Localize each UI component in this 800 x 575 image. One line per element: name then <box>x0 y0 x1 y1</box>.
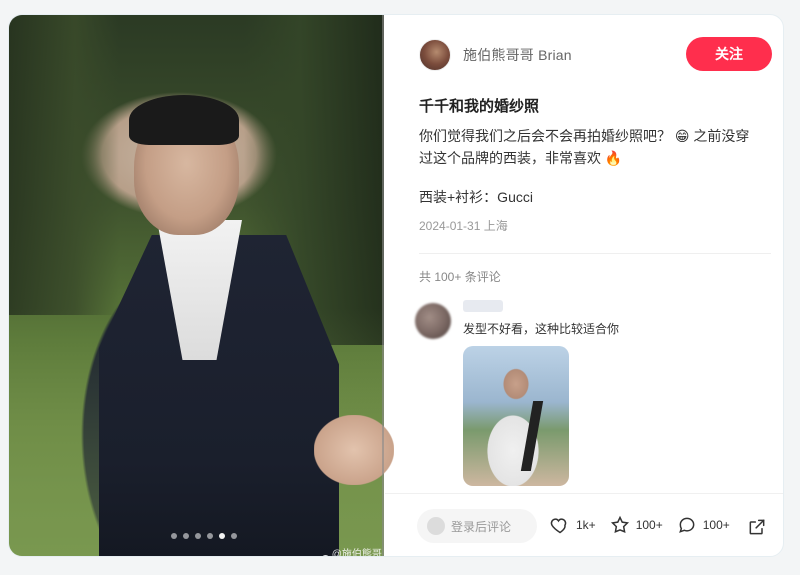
post-detail: 西装+衬衫：Gucci <box>419 189 533 205</box>
comment-icon <box>678 517 695 533</box>
star-icon <box>610 515 629 533</box>
comment-image[interactable] <box>463 346 569 486</box>
weibo-icon <box>321 555 330 556</box>
post-detail-panel: 施伯熊哥哥 Brian 关注 千千和我的婚纱照 你们觉得我们之后会不会再拍婚纱照… <box>385 15 783 556</box>
post-description-line1b: 之前没穿 <box>693 128 750 144</box>
post-card: @施伯熊哥哥 施伯熊哥哥 Brian 关注 千千和我的婚纱照 你们觉得我们之后会… <box>8 14 784 557</box>
fire-emoji-icon: 🔥 <box>604 150 623 166</box>
post-footer: 登录后评论 1k+ 100+ 100+ <box>385 493 783 556</box>
post-description-line2: 过这个品牌的西装，非常喜欢 <box>419 150 601 166</box>
comment-placeholder: 登录后评论 <box>451 519 512 534</box>
star-action[interactable]: 100+ <box>610 515 663 535</box>
media-divider <box>382 15 384 556</box>
carousel-dot-active[interactable] <box>219 533 225 539</box>
post-description-line1: 你们觉得我们之后会不会再拍婚纱照吧？ <box>419 128 671 144</box>
post-description: 你们觉得我们之后会不会再拍婚纱照吧？ 😁 之前没穿 过这个品牌的西装，非常喜欢 … <box>419 125 759 169</box>
grin-emoji-icon: 😁 <box>674 128 690 144</box>
share-icon[interactable] <box>747 517 767 537</box>
author-avatar[interactable] <box>419 39 451 71</box>
comment-input[interactable]: 登录后评论 <box>417 509 537 543</box>
author-name[interactable]: 施伯熊哥哥 Brian <box>463 45 572 65</box>
comment-action[interactable]: 100+ <box>677 515 730 535</box>
comment-count-footer: 100+ <box>702 518 730 532</box>
like-count: 1k+ <box>576 518 596 532</box>
carousel-dot[interactable] <box>183 533 189 539</box>
bag-strap-shape <box>520 401 544 471</box>
watermark: @施伯熊哥哥 <box>321 545 384 557</box>
star-count: 100+ <box>635 518 663 532</box>
comment-text: 发型不好看，这种比较适合你 <box>463 322 620 336</box>
watermark-text: @施伯熊哥哥 <box>331 549 382 557</box>
carousel-dot[interactable] <box>195 533 201 539</box>
hair-shape <box>129 95 239 145</box>
carousel-dot[interactable] <box>231 533 237 539</box>
user-avatar-mini <box>427 517 445 535</box>
comment-count: 共 100+ 条评论 <box>419 270 501 284</box>
post-title: 千千和我的婚纱照 <box>419 98 540 115</box>
follow-button[interactable]: 关注 <box>686 37 772 71</box>
comment-username-placeholder[interactable] <box>463 300 503 312</box>
author-header[interactable]: 施伯熊哥哥 Brian <box>419 39 572 71</box>
heart-icon <box>550 518 567 534</box>
divider <box>419 253 771 254</box>
carousel-dot[interactable] <box>171 533 177 539</box>
like-action[interactable]: 1k+ <box>550 515 596 535</box>
comment-avatar[interactable] <box>415 303 451 339</box>
carousel-dot[interactable] <box>207 533 213 539</box>
post-photo[interactable]: @施伯熊哥哥 <box>9 15 394 557</box>
post-meta: 2024-01-31 上海 <box>419 219 508 233</box>
post-actions: 1k+ 100+ 100+ <box>550 515 730 535</box>
tree-left-decoration <box>9 15 119 315</box>
carousel-dots[interactable] <box>171 533 237 539</box>
